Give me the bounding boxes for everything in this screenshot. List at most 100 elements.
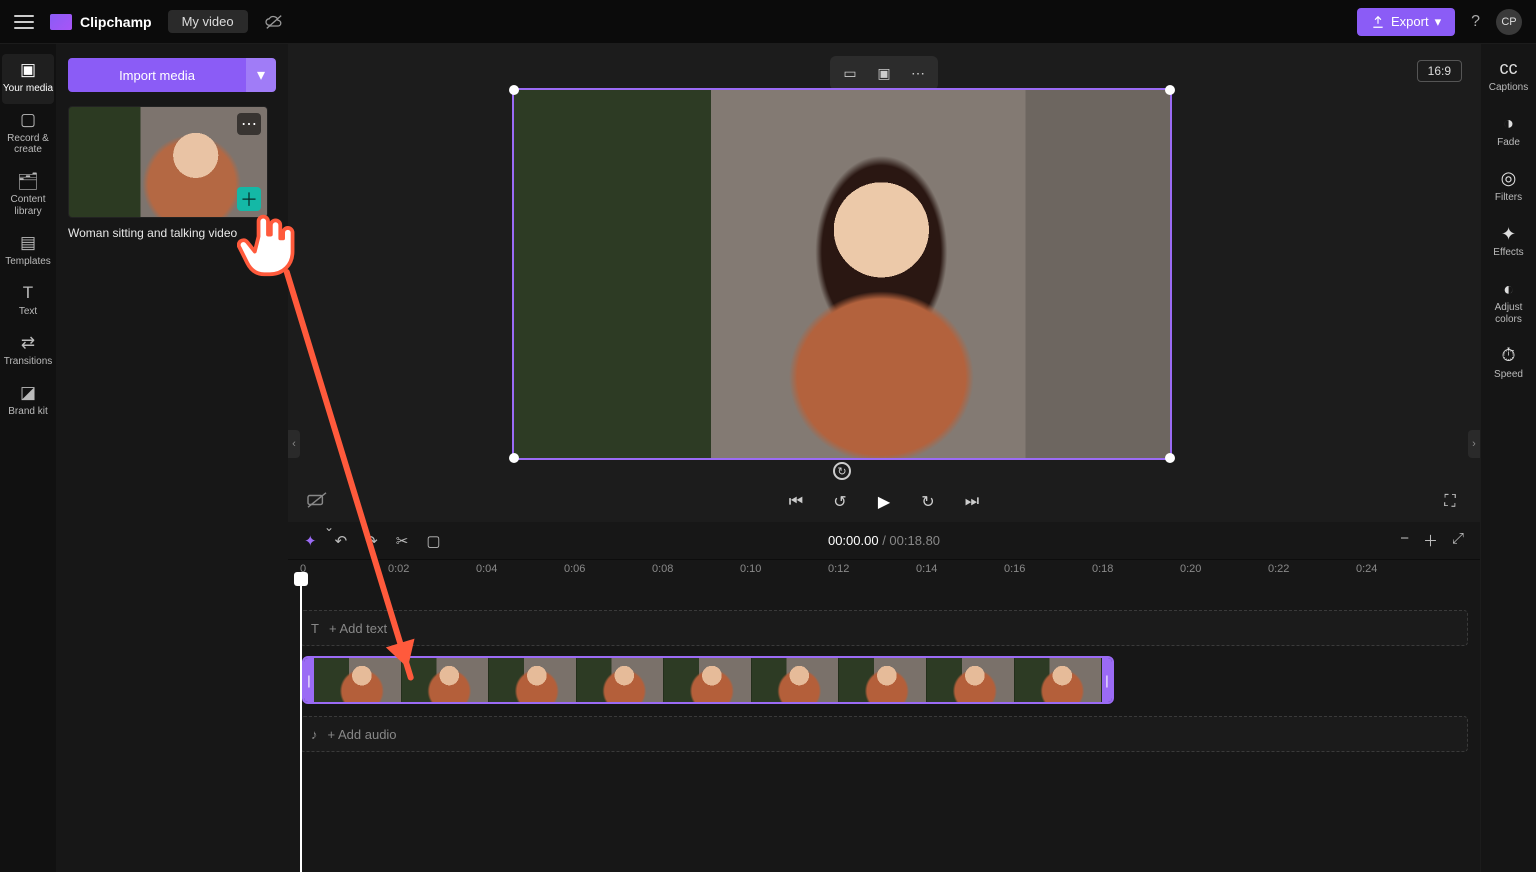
clip-frame [927,658,1015,702]
menu-button[interactable] [14,15,34,29]
ruler-tick: 0:18 [1092,563,1113,575]
sidebar-item-transitions[interactable]: ⇄Transitions [2,327,54,377]
avatar[interactable]: CP [1496,9,1522,35]
import-media-button[interactable]: Import media [68,58,246,92]
clip-frame [402,658,490,702]
clip-frame [314,658,402,702]
ruler-tick: 0:02 [388,563,409,575]
adjust-colors-icon: ◐ [1485,279,1533,300]
text-track[interactable]: T + Add text [300,610,1468,646]
ruler-tick: 0:06 [564,563,585,575]
export-button[interactable]: Export ▾ [1357,8,1455,36]
app-brand: Clipchamp [50,14,152,30]
skip-start-button[interactable]: ⏮ [784,490,808,514]
video-clip[interactable]: | | [302,656,1114,704]
add-text-label: + Add text [329,621,387,636]
library-icon: 🗂 [2,172,54,192]
clip-frame [489,658,577,702]
fade-icon: ◑ [1485,113,1533,134]
export-label: Export [1391,14,1429,29]
rightbar-filters[interactable]: ◎Filters [1485,168,1533,203]
ruler-tick: 0:10 [740,563,761,575]
clip-frame [664,658,752,702]
clip-frame [577,658,665,702]
sidebar-item-brand-kit[interactable]: ◪Brand kit [2,377,54,427]
playback-time: 00:00.00 / 00:18.80 [828,533,940,548]
rightbar-speed[interactable]: ⏱Speed [1485,345,1533,380]
clip-handle-right[interactable]: | [1102,658,1112,702]
clip-frame [1015,658,1103,702]
rightbar-effects[interactable]: ✦Effects [1485,224,1533,259]
magic-tool-button[interactable]: ✦ [304,532,317,550]
effects-icon: ✦ [1485,224,1533,245]
split-button[interactable]: ✂ [396,532,409,550]
zoom-fit-button[interactable]: ⤢ [1452,530,1464,551]
video-track[interactable]: | | [300,656,1468,706]
video-preview[interactable]: ↻ [512,88,1172,460]
ruler-tick: 0:20 [1180,563,1201,575]
add-audio-label: + Add audio [328,727,397,742]
rightbar-adjust-colors[interactable]: ◐Adjust colors [1485,279,1533,326]
app-name: Clipchamp [80,14,152,30]
redo-button[interactable]: ↷ [365,532,378,550]
skip-end-button[interactable]: ⏭ [960,490,984,514]
text-icon: T [2,283,54,303]
camera-icon: ▢ [2,110,54,130]
filters-icon: ◎ [1485,168,1533,189]
rotate-handle[interactable]: ↻ [833,462,851,480]
clip-properties-button[interactable]: ▢ [426,532,440,550]
resize-handle-bl[interactable] [509,453,519,463]
chevron-down-icon: ▾ [1435,14,1442,30]
audio-icon: ♪ [311,727,318,742]
resize-handle-tl[interactable] [509,85,519,95]
ruler-tick: 0:22 [1268,563,1289,575]
ruler-tick: 0:16 [1004,563,1025,575]
crop-tool-button[interactable]: ▭ [838,62,862,84]
captions-icon: cc [1485,58,1533,79]
zoom-in-button[interactable]: ＋ [1423,530,1438,551]
forward-button[interactable]: ↻ [916,490,940,514]
fullscreen-button[interactable]: ⛶ [1438,490,1462,514]
aspect-ratio-button[interactable]: 16:9 [1417,60,1462,82]
playhead[interactable] [300,582,302,872]
sidebar-item-templates[interactable]: ▤Templates [2,227,54,277]
add-to-timeline-button[interactable]: ＋ [237,187,261,211]
templates-icon: ▤ [2,233,54,253]
sidebar-item-text[interactable]: TText [2,277,54,327]
import-dropdown-button[interactable]: ▾ [246,58,276,92]
text-icon: T [311,621,319,636]
undo-button[interactable]: ↶ [335,532,348,550]
help-button[interactable]: ? [1471,13,1480,31]
mute-preview-button[interactable] [306,491,328,514]
transitions-icon: ⇄ [2,333,54,353]
fit-tool-button[interactable]: ▣ [872,62,896,84]
cloud-off-icon[interactable] [264,14,284,30]
collapse-left-panel[interactable]: ‹ [288,430,300,458]
zoom-out-button[interactable]: − [1400,530,1409,551]
resize-handle-tr[interactable] [1165,85,1175,95]
rightbar-captions[interactable]: ccCaptions [1485,58,1533,93]
ruler-tick: 0:14 [916,563,937,575]
collapse-right-panel[interactable]: › [1468,430,1480,458]
media-thumbnail[interactable]: ⋯ ＋ [68,106,268,218]
ruler-tick: 0:12 [828,563,849,575]
clip-frame [752,658,840,702]
ruler-tick: 0:24 [1356,563,1377,575]
sidebar-item-record-create[interactable]: ▢Record & create [2,104,54,166]
thumbnail-more-button[interactable]: ⋯ [237,113,261,135]
project-title[interactable]: My video [168,10,248,33]
rightbar-fade[interactable]: ◑Fade [1485,113,1533,148]
sidebar-item-content-library[interactable]: 🗂Content library [2,166,54,228]
sidebar-item-your-media[interactable]: ▣Your media [2,54,54,104]
ruler-tick: 0:04 [476,563,497,575]
media-icon: ▣ [2,60,54,80]
play-button[interactable]: ▶ [872,490,896,514]
audio-track[interactable]: ♪ + Add audio [300,716,1468,752]
timeline-ruler[interactable]: 00:020:040:060:080:100:120:140:160:180:2… [300,560,1480,582]
media-item-title: Woman sitting and talking video [68,226,276,240]
ruler-tick: 0:08 [652,563,673,575]
clip-handle-left[interactable]: | [304,658,314,702]
stage-more-button[interactable]: ⋯ [906,62,930,84]
resize-handle-br[interactable] [1165,453,1175,463]
rewind-button[interactable]: ↺ [828,490,852,514]
